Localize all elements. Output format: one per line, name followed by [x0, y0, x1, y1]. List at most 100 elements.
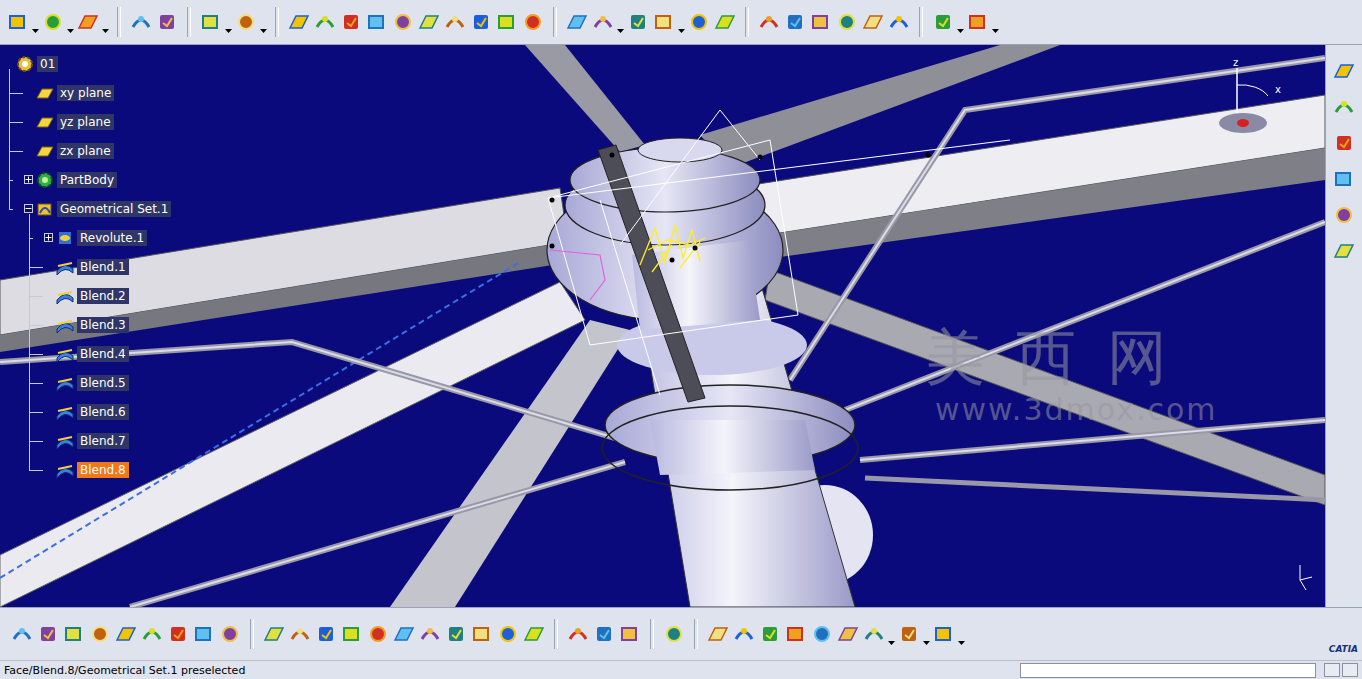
tree-item[interactable]: Blend.2 — [2, 281, 171, 310]
tree-label[interactable]: 01 — [37, 56, 58, 72]
toolbar-icon[interactable] — [758, 622, 782, 646]
dropdown-arrow-icon[interactable] — [958, 622, 965, 646]
tree-item[interactable]: Blend.3 — [2, 310, 171, 339]
toolbar-icon[interactable] — [626, 10, 650, 34]
toolbar-icon[interactable] — [522, 622, 546, 646]
toolbar-icon[interactable] — [314, 622, 338, 646]
toolbar-icon[interactable] — [713, 10, 737, 34]
tree-item[interactable]: xy plane — [2, 78, 171, 107]
toolbar-icon[interactable] — [887, 10, 911, 34]
toolbar-icon[interactable] — [1332, 167, 1356, 191]
tree-label[interactable]: yz plane — [57, 114, 114, 130]
tree-label[interactable]: Blend.4 — [77, 346, 129, 362]
toolbar-icon[interactable] — [966, 10, 990, 34]
toolbar-icon[interactable] — [862, 622, 886, 646]
dropdown-arrow-icon[interactable] — [260, 10, 267, 34]
tree-label[interactable]: Geometrical Set.1 — [57, 201, 171, 217]
toolbar-icon[interactable] — [10, 622, 34, 646]
toolbar-icon[interactable] — [417, 10, 441, 34]
tree-label[interactable]: Blend.3 — [77, 317, 129, 333]
toolbar-icon[interactable] — [41, 10, 65, 34]
tree-item[interactable]: PartBody — [2, 165, 171, 194]
toolbar-icon[interactable] — [809, 10, 833, 34]
toolbar-icon[interactable] — [469, 10, 493, 34]
tree-item[interactable]: 01 — [2, 49, 171, 78]
toolbar-icon[interactable] — [835, 10, 859, 34]
toolbar-icon[interactable] — [566, 622, 590, 646]
dropdown-arrow-icon[interactable] — [67, 10, 74, 34]
toolbar-icon[interactable] — [652, 10, 676, 34]
toolbar-icon[interactable] — [861, 10, 885, 34]
toolbar-icon[interactable] — [443, 10, 467, 34]
3d-viewport[interactable]: 美 西 网www.3dmox.com 01xy planeyz planezx … — [0, 45, 1325, 607]
tree-label[interactable]: Blend.5 — [77, 375, 129, 391]
dropdown-arrow-icon[interactable] — [923, 622, 930, 646]
tree-item[interactable]: Blend.1 — [2, 252, 171, 281]
expand-toggle-icon[interactable] — [24, 204, 33, 213]
toolbar-icon[interactable] — [897, 622, 921, 646]
dropdown-arrow-icon[interactable] — [617, 10, 624, 34]
toolbar-icon[interactable] — [521, 10, 545, 34]
toolbar-icon[interactable] — [287, 10, 311, 34]
toolbar-icon[interactable] — [365, 10, 389, 34]
toolbar-icon[interactable] — [783, 10, 807, 34]
toolbar-icon[interactable] — [618, 622, 642, 646]
tree-item[interactable]: Blend.6 — [2, 397, 171, 426]
toolbar-icon[interactable] — [76, 10, 100, 34]
toolbar-icon[interactable] — [706, 622, 730, 646]
toolbar-icon[interactable] — [418, 622, 442, 646]
toolbar-icon[interactable] — [932, 622, 956, 646]
toolbar-icon[interactable] — [339, 10, 363, 34]
tree-item[interactable]: Blend.5 — [2, 368, 171, 397]
tree-label[interactable]: zx plane — [57, 143, 114, 159]
toolbar-icon[interactable] — [496, 622, 520, 646]
toolbar-icon[interactable] — [662, 622, 686, 646]
dropdown-arrow-icon[interactable] — [992, 10, 999, 34]
toolbar-icon[interactable] — [931, 10, 955, 34]
status-button[interactable] — [1342, 663, 1358, 677]
toolbar-icon[interactable] — [1332, 239, 1356, 263]
toolbar-icon[interactable] — [140, 622, 164, 646]
dropdown-arrow-icon[interactable] — [888, 622, 895, 646]
tree-item[interactable]: Geometrical Set.1 — [2, 194, 171, 223]
dropdown-arrow-icon[interactable] — [225, 10, 232, 34]
tree-item[interactable]: Blend.7 — [2, 426, 171, 455]
expand-toggle-icon[interactable] — [44, 233, 53, 242]
toolbar-icon[interactable] — [313, 10, 337, 34]
dropdown-arrow-icon[interactable] — [957, 10, 964, 34]
toolbar-icon[interactable] — [6, 10, 30, 34]
tree-label[interactable]: Revolute.1 — [77, 230, 147, 246]
toolbar-icon[interactable] — [88, 622, 112, 646]
toolbar-icon[interactable] — [565, 10, 589, 34]
tree-label[interactable]: Blend.7 — [77, 433, 129, 449]
toolbar-icon[interactable] — [366, 622, 390, 646]
toolbar-icon[interactable] — [166, 622, 190, 646]
toolbar-icon[interactable] — [732, 622, 756, 646]
tree-item[interactable]: Blend.8 — [2, 455, 171, 484]
dropdown-arrow-icon[interactable] — [32, 10, 39, 34]
toolbar-icon[interactable] — [262, 622, 286, 646]
toolbar-icon[interactable] — [340, 622, 364, 646]
tree-item[interactable]: yz plane — [2, 107, 171, 136]
toolbar-icon[interactable] — [1332, 203, 1356, 227]
toolbar-icon[interactable] — [36, 622, 60, 646]
tree-label[interactable]: xy plane — [57, 85, 114, 101]
toolbar-icon[interactable] — [392, 622, 416, 646]
toolbar-icon[interactable] — [192, 622, 216, 646]
toolbar-icon[interactable] — [470, 622, 494, 646]
toolbar-icon[interactable] — [810, 622, 834, 646]
toolbar-icon[interactable] — [592, 622, 616, 646]
toolbar-icon[interactable] — [1332, 95, 1356, 119]
toolbar-icon[interactable] — [114, 622, 138, 646]
toolbar-icon[interactable] — [757, 10, 781, 34]
toolbar-icon[interactable] — [391, 10, 415, 34]
toolbar-icon[interactable] — [1332, 131, 1356, 155]
toolbar-icon[interactable] — [591, 10, 615, 34]
toolbar-icon[interactable] — [836, 622, 860, 646]
tree-label[interactable]: PartBody — [57, 172, 117, 188]
tree-item[interactable]: zx plane — [2, 136, 171, 165]
tree-item[interactable]: Blend.4 — [2, 339, 171, 368]
toolbar-icon[interactable] — [234, 10, 258, 34]
toolbar-icon[interactable] — [155, 10, 179, 34]
tree-label[interactable]: Blend.1 — [77, 259, 129, 275]
